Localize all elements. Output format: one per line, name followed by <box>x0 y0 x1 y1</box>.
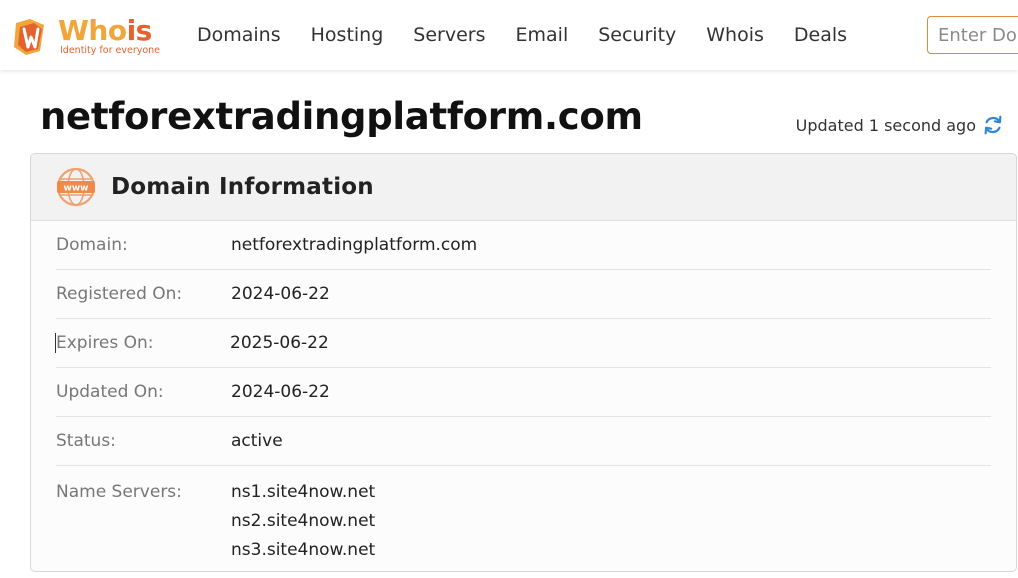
whois-logo-icon <box>14 19 44 55</box>
logo-tagline: Identity for everyone <box>60 44 161 56</box>
www-globe-icon: www <box>56 167 96 207</box>
info-label: Registered On: <box>56 284 183 304</box>
name-server: ns3.site4now.net <box>231 540 376 560</box>
info-row-name-servers: Name Servers: ns1.site4now.net ns2.site4… <box>56 466 991 565</box>
name-server: ns1.site4now.net <box>231 482 376 502</box>
whois-logo[interactable]: Whois Identity for everyone <box>10 14 162 58</box>
info-row-domain: Domain: netforextradingplatform.com <box>56 221 991 270</box>
nav-hosting[interactable]: Hosting <box>296 24 399 46</box>
nav-email[interactable]: Email <box>501 24 584 46</box>
info-row-expires: Expires On: 2025-06-22 <box>55 319 991 368</box>
nav-whois[interactable]: Whois <box>691 24 779 46</box>
name-server-list: ns1.site4now.net ns2.site4now.net ns3.si… <box>231 478 375 565</box>
card-header: www Domain Information <box>31 154 1016 221</box>
card-title: Domain Information <box>111 174 374 200</box>
info-row-status: Status: active <box>56 417 991 466</box>
info-label: Expires On: <box>55 333 230 353</box>
info-row-registered: Registered On: 2024-06-22 <box>56 270 991 319</box>
refresh-icon[interactable] <box>982 114 1004 136</box>
domain-info-table: Domain: netforextradingplatform.com Regi… <box>31 221 1016 565</box>
info-value: 2024-06-22 <box>231 284 330 304</box>
updated-text: Updated 1 second ago <box>795 115 976 135</box>
nav-security[interactable]: Security <box>583 24 691 46</box>
logo-word-is: is <box>126 13 153 47</box>
info-label: Domain: <box>56 235 128 255</box>
info-value: active <box>231 431 283 451</box>
info-label: Name Servers: <box>56 482 182 502</box>
info-label: Updated On: <box>56 382 164 402</box>
logo-text: Whois Identity for everyone <box>58 13 161 56</box>
domain-information-card: www Domain Information Domain: netforext… <box>30 153 1017 572</box>
updated-status: Updated 1 second ago <box>796 114 1004 136</box>
nav-domains[interactable]: Domains <box>182 24 296 46</box>
info-row-updated: Updated On: 2024-06-22 <box>56 368 991 417</box>
main-nav: Domains Hosting Servers Email Security W… <box>182 0 862 70</box>
info-value: 2024-06-22 <box>231 382 330 402</box>
page-title: netforextradingplatform.com <box>40 95 643 138</box>
info-value: netforextradingplatform.com <box>231 235 478 255</box>
domain-search-input[interactable] <box>927 16 1018 54</box>
svg-text:www: www <box>64 184 89 194</box>
nav-servers[interactable]: Servers <box>398 24 500 46</box>
info-value: 2025-06-22 <box>230 333 329 353</box>
name-server: ns2.site4now.net <box>231 511 376 531</box>
logo-word-who: Who <box>58 13 127 47</box>
top-navigation-bar: Whois Identity for everyone Domains Host… <box>0 0 1018 70</box>
info-label: Status: <box>56 431 116 451</box>
nav-deals[interactable]: Deals <box>779 24 862 46</box>
